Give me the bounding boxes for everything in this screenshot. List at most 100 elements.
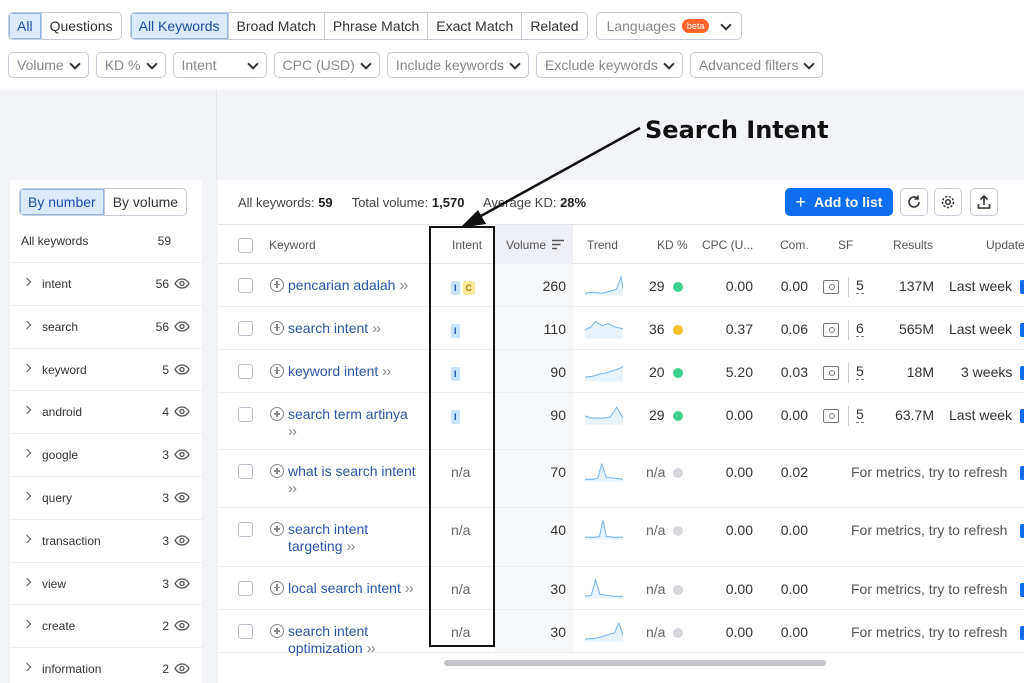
- plus-circle-icon[interactable]: [270, 320, 284, 335]
- settings-button[interactable]: [934, 188, 962, 216]
- col-competition[interactable]: Com.: [780, 238, 809, 252]
- row-checkbox[interactable]: [238, 363, 253, 379]
- row-checkbox[interactable]: [238, 464, 253, 479]
- table-row[interactable]: search term artinya ›› I 90 29 0.00 0.00 5 63.7M…: [218, 393, 1024, 450]
- include-keywords-dropdown[interactable]: Include keywords: [386, 52, 530, 78]
- chevron-right-icon[interactable]: [22, 363, 32, 372]
- table-row[interactable]: search intent ›› I 110 36 0.37 0.06 6 565M Last …: [218, 307, 1024, 350]
- plus-circle-icon[interactable]: [270, 624, 284, 638]
- eye-icon[interactable]: [174, 492, 190, 506]
- table-row[interactable]: local search intent ›› n/a 30 n/a 0.00 0.00 Fo…: [218, 567, 1024, 610]
- cpc-dropdown[interactable]: CPC (USD): [273, 52, 380, 78]
- filter-phrase-match[interactable]: Phrase Match: [323, 13, 428, 39]
- double-chevron-icon[interactable]: ››: [399, 277, 408, 294]
- col-kd[interactable]: KD %: [657, 238, 688, 252]
- double-chevron-icon[interactable]: ››: [270, 480, 297, 497]
- keyword-link[interactable]: targeting: [270, 538, 342, 554]
- row-checkbox[interactable]: [238, 580, 253, 596]
- double-chevron-icon[interactable]: ››: [405, 580, 414, 597]
- kd-dropdown[interactable]: KD %: [95, 52, 166, 78]
- sidebar-group-item[interactable]: search 56: [10, 304, 202, 348]
- sidebar-group-item[interactable]: view 3: [10, 561, 202, 605]
- filter-all-keywords[interactable]: All Keywords: [130, 13, 228, 39]
- chevron-right-icon[interactable]: [22, 534, 32, 544]
- filter-exact-match[interactable]: Exact Match: [427, 13, 522, 39]
- col-sf[interactable]: SF: [838, 238, 853, 252]
- advanced-filters-dropdown[interactable]: Advanced filters: [689, 52, 824, 78]
- eye-icon[interactable]: [174, 321, 190, 335]
- eye-icon[interactable]: [174, 535, 190, 549]
- eye-icon[interactable]: [174, 363, 190, 378]
- keyword-link[interactable]: search term artinya: [288, 406, 408, 422]
- row-checkbox[interactable]: [238, 407, 253, 422]
- plus-circle-icon[interactable]: [270, 363, 284, 378]
- col-trend[interactable]: Trend: [587, 238, 618, 252]
- refresh-link[interactable]: [1020, 466, 1024, 480]
- intent-dropdown[interactable]: Intent: [172, 52, 267, 78]
- eye-icon[interactable]: [174, 406, 190, 420]
- export-button[interactable]: [970, 188, 998, 216]
- keyword-link[interactable]: search intent: [288, 521, 368, 537]
- serp-icon[interactable]: [823, 322, 839, 337]
- plus-circle-icon[interactable]: [270, 522, 284, 536]
- double-chevron-icon[interactable]: ››: [372, 320, 381, 337]
- col-cpc[interactable]: CPC (U...: [702, 238, 753, 252]
- chevron-right-icon[interactable]: [22, 277, 32, 287]
- keyword-link[interactable]: search intent: [288, 623, 368, 639]
- volume-dropdown[interactable]: Volume: [8, 52, 89, 78]
- refresh-link[interactable]: [1020, 582, 1024, 597]
- sidebar-group-item[interactable]: google 3: [10, 433, 202, 476]
- chevron-right-icon[interactable]: [22, 448, 32, 458]
- sidebar-group-item[interactable]: transaction 3: [10, 518, 202, 562]
- keyword-link[interactable]: optimization: [270, 640, 363, 656]
- chevron-right-icon[interactable]: [22, 491, 32, 501]
- sort-icon[interactable]: [552, 239, 564, 250]
- double-chevron-icon[interactable]: ››: [270, 423, 297, 440]
- refresh-link[interactable]: [1020, 626, 1024, 640]
- sidebar-group-item[interactable]: query 3: [10, 475, 202, 519]
- eye-icon[interactable]: [174, 577, 190, 592]
- update-link[interactable]: [1020, 409, 1024, 423]
- chevron-right-icon[interactable]: [22, 620, 32, 629]
- keyword-link[interactable]: pencarian adalah: [288, 277, 395, 293]
- update-link[interactable]: [1020, 365, 1024, 380]
- update-link[interactable]: [1020, 279, 1024, 294]
- horizontal-scrollbar[interactable]: [444, 660, 826, 666]
- keyword-link[interactable]: what is search intent: [288, 463, 416, 479]
- refresh-link[interactable]: [1020, 524, 1024, 538]
- col-volume[interactable]: Volume: [506, 238, 546, 252]
- double-chevron-icon[interactable]: ››: [382, 363, 391, 380]
- keyword-link[interactable]: keyword intent: [288, 363, 378, 379]
- by-volume-toggle[interactable]: By volume: [103, 189, 187, 215]
- exclude-keywords-dropdown[interactable]: Exclude keywords: [536, 52, 683, 78]
- serp-icon[interactable]: [823, 365, 839, 380]
- chevron-right-icon[interactable]: [22, 577, 32, 586]
- keyword-link[interactable]: local search intent: [288, 580, 401, 596]
- double-chevron-icon[interactable]: ››: [346, 538, 355, 555]
- filter-all[interactable]: All: [9, 13, 41, 39]
- table-row[interactable]: search intent targeting ›› n/a 40 n/a 0.00 0.0…: [218, 508, 1024, 567]
- table-row[interactable]: pencarian adalah ›› I C 260 29 0.00 0.00 5 137M L…: [218, 264, 1024, 307]
- chevron-right-icon[interactable]: [22, 320, 32, 330]
- add-to-list-button[interactable]: + Add to list: [785, 188, 893, 216]
- sidebar-group-item[interactable]: information 2: [10, 647, 202, 683]
- col-keyword[interactable]: Keyword: [269, 238, 316, 252]
- eye-icon[interactable]: [174, 663, 190, 677]
- eye-icon[interactable]: [174, 620, 190, 634]
- row-checkbox[interactable]: [238, 277, 253, 293]
- keyword-link[interactable]: search intent: [288, 320, 368, 336]
- eye-icon[interactable]: [174, 449, 190, 463]
- plus-circle-icon[interactable]: [270, 407, 284, 421]
- sf-count[interactable]: 6: [856, 320, 864, 337]
- col-results[interactable]: Results: [893, 238, 933, 252]
- select-all-checkbox[interactable]: [238, 238, 253, 253]
- sf-count[interactable]: 5: [856, 407, 864, 423]
- sidebar-group-item[interactable]: android 4: [10, 390, 202, 433]
- row-checkbox[interactable]: [238, 522, 253, 537]
- serp-icon[interactable]: [823, 279, 839, 294]
- col-update[interactable]: Update: [986, 238, 1024, 252]
- plus-circle-icon[interactable]: [270, 464, 284, 478]
- sf-count[interactable]: 5: [856, 363, 864, 380]
- row-checkbox[interactable]: [238, 320, 253, 336]
- chevron-right-icon[interactable]: [22, 406, 32, 415]
